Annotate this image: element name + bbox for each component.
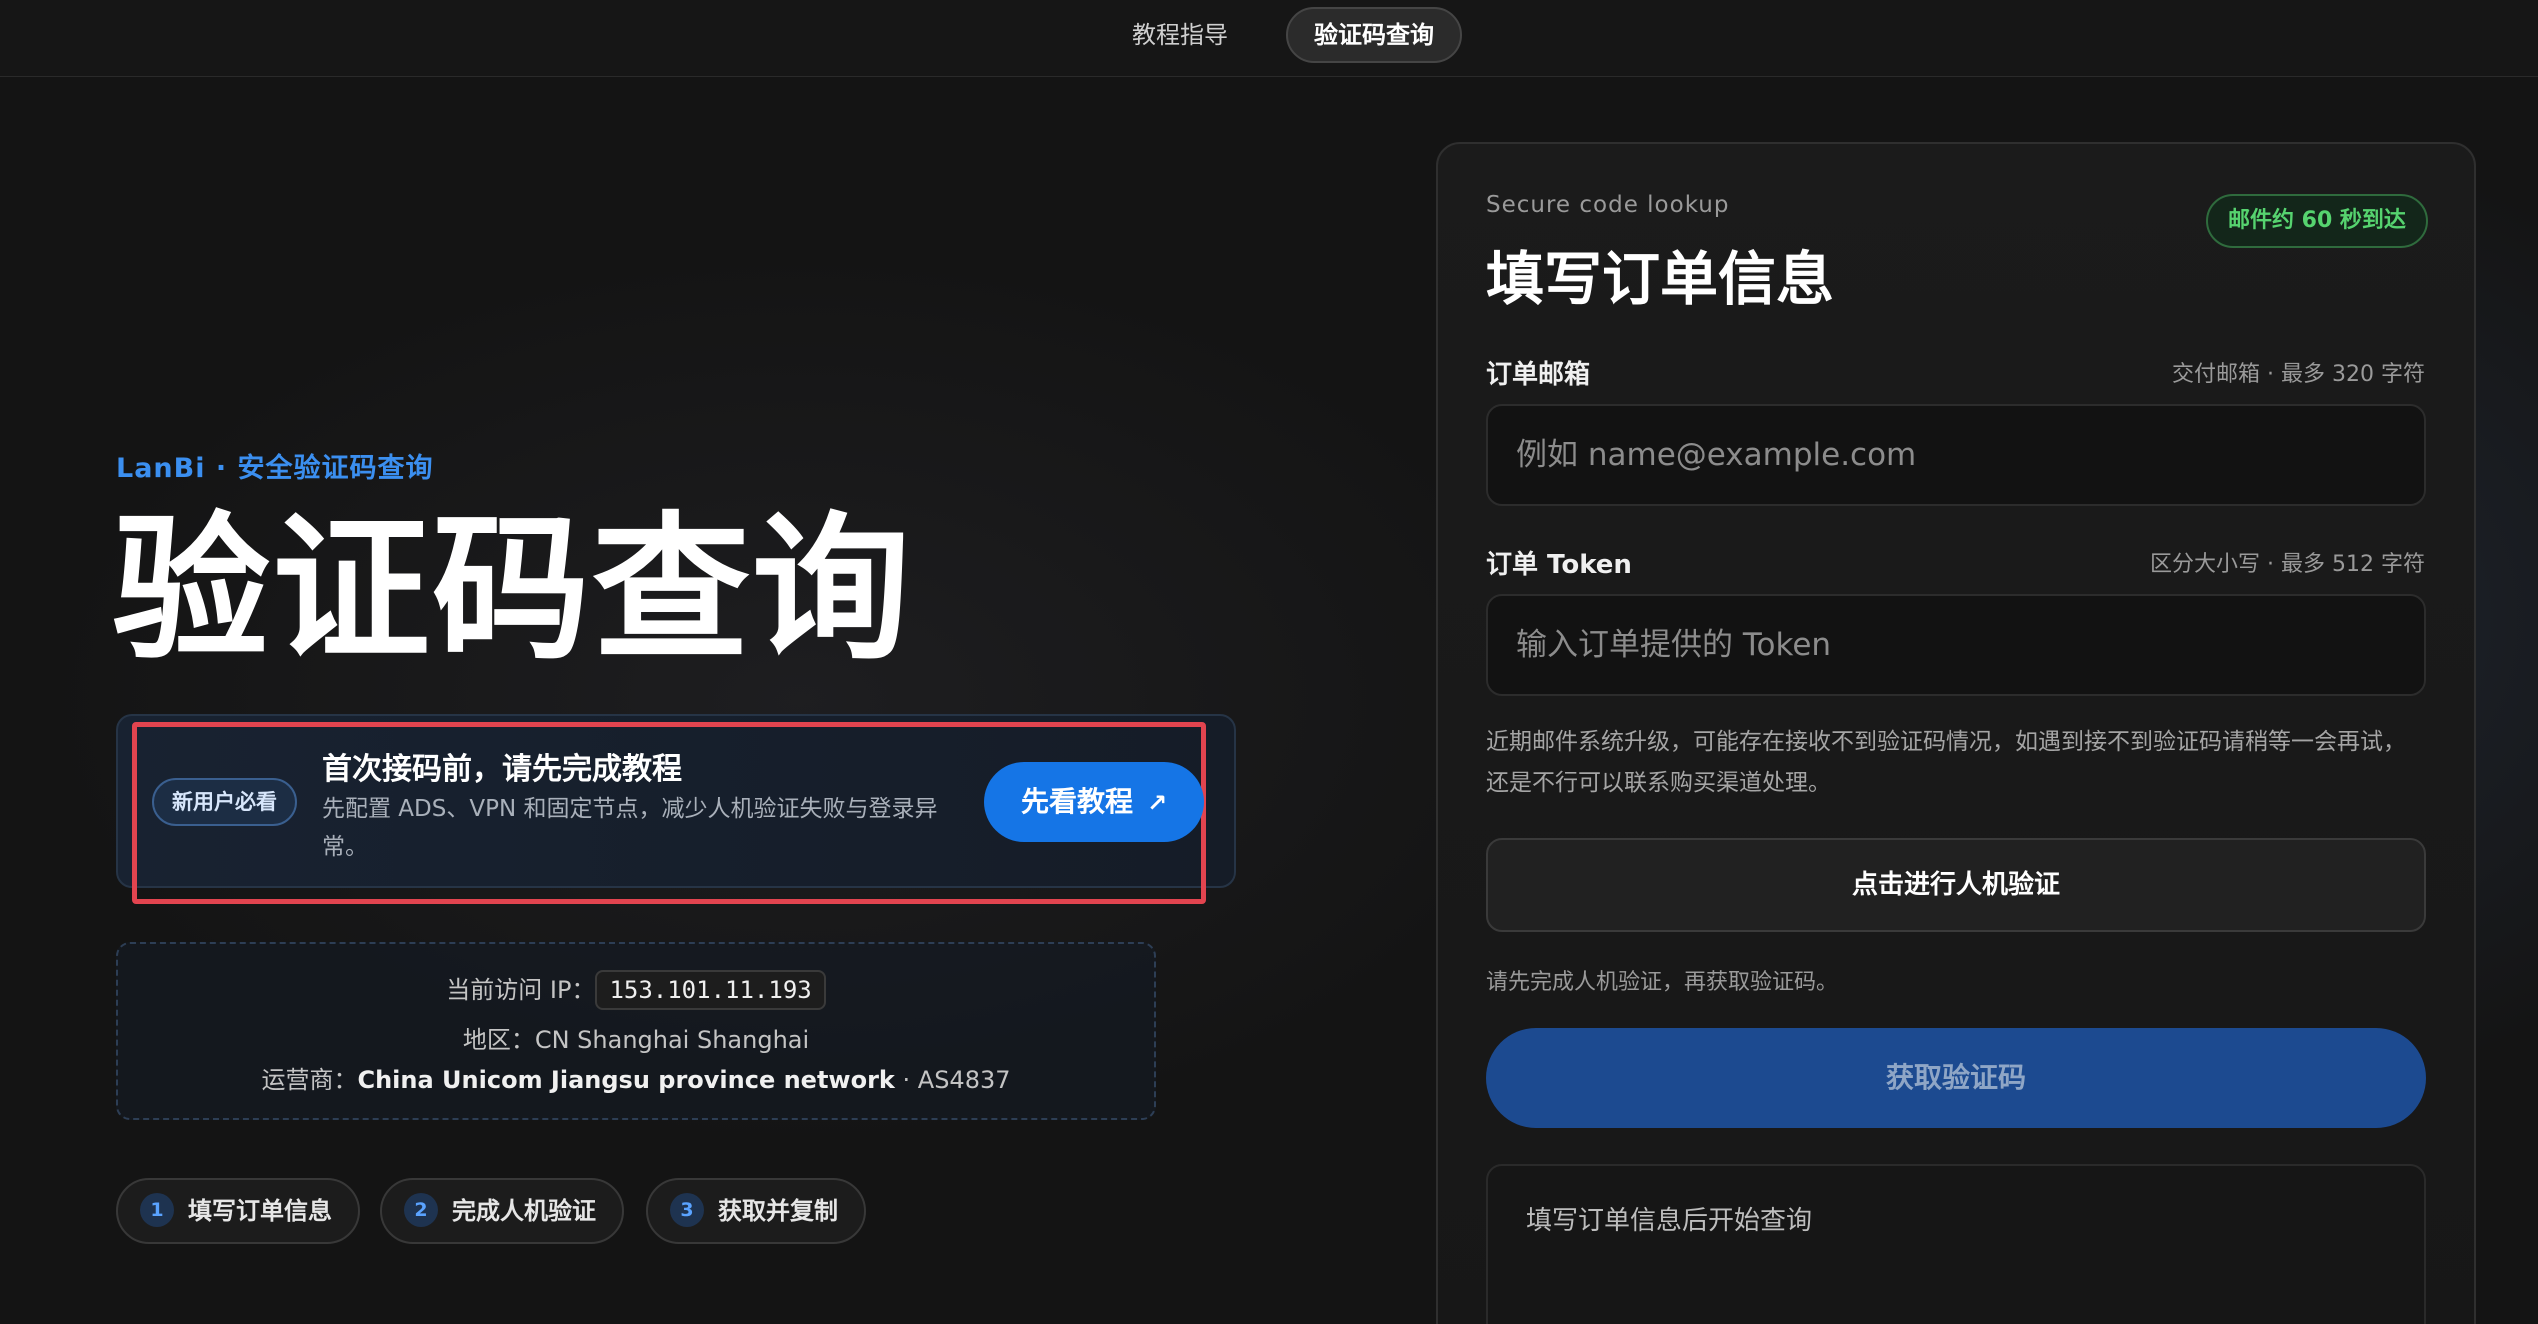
- tutorial-description: 先配置 ADS、VPN 和固定节点，减少人机验证失败与登录异常。: [322, 796, 938, 860]
- region-line: 地区：CN Shanghai Shanghai: [462, 1026, 810, 1054]
- view-tutorial-button[interactable]: 先看教程 ↗: [984, 762, 1204, 842]
- ip-line: 当前访问 IP： 153.101.11.193: [118, 970, 1154, 1010]
- new-user-badge: 新用户必看: [152, 778, 297, 826]
- tutorial-title: 首次接码前，请先完成教程: [322, 752, 682, 787]
- token-label: 订单 Token: [1486, 550, 1632, 580]
- human-verify-button[interactable]: 点击进行人机验证: [1486, 838, 2426, 932]
- system-notice: 近期邮件系统升级，可能存在接收不到验证码情况，如遇到接不到验证码请稍等一会再试，…: [1486, 729, 2406, 796]
- panel-eyebrow: Secure code lookup: [1486, 192, 1730, 218]
- brand-label: LanBi · 安全验证码查询: [116, 453, 434, 484]
- result-placeholder: 填写订单信息后开始查询: [1526, 1206, 1813, 1236]
- ip-info-box: 当前访问 IP： 153.101.11.193 地区：CN Shanghai Sh…: [116, 942, 1156, 1120]
- step-label: 填写订单信息: [188, 1197, 332, 1225]
- tab-tutorial-guide[interactable]: 教程指导: [1106, 7, 1254, 63]
- email-label: 订单邮箱: [1486, 360, 1591, 390]
- step-number: 2: [404, 1193, 438, 1227]
- email-hint: 交付邮箱 · 最多 320 字符: [2172, 362, 2425, 387]
- step-1: 1 填写订单信息: [116, 1178, 360, 1244]
- top-nav: 教程指导 验证码查询: [0, 0, 2538, 77]
- step-label: 获取并复制: [718, 1197, 838, 1225]
- step-3: 3 获取并复制: [646, 1178, 866, 1244]
- view-tutorial-label: 先看教程: [1020, 785, 1133, 818]
- panel-title: 填写订单信息: [1486, 245, 1835, 313]
- token-hint: 区分大小写 · 最多 512 字符: [2150, 552, 2425, 577]
- get-code-button[interactable]: 获取验证码: [1486, 1028, 2426, 1128]
- ip-value: 153.101.11.193: [595, 970, 826, 1010]
- step-number: 3: [670, 1193, 704, 1227]
- email-field-wrapper: [1486, 404, 2426, 506]
- token-field[interactable]: [1488, 596, 2424, 694]
- token-field-wrapper: [1486, 594, 2426, 696]
- isp-value: China Unicom Jiangsu province network: [357, 1066, 895, 1094]
- arrow-up-right-icon: ↗: [1146, 789, 1168, 817]
- result-box: 填写订单信息后开始查询: [1486, 1164, 2426, 1324]
- verify-note: 请先完成人机验证，再获取验证码。: [1486, 970, 1839, 995]
- isp-label: 运营商：: [261, 1066, 358, 1094]
- isp-line: 运营商：China Unicom Jiangsu province networ…: [118, 1060, 1154, 1095]
- step-label: 完成人机验证: [452, 1197, 596, 1225]
- ip-label: 当前访问 IP：: [446, 976, 596, 1004]
- tab-code-lookup[interactable]: 验证码查询: [1286, 7, 1462, 63]
- asn-value: · AS4837: [894, 1066, 1011, 1094]
- step-2: 2 完成人机验证: [380, 1178, 624, 1244]
- email-field[interactable]: [1488, 406, 2424, 504]
- page-title: 验证码查询: [112, 498, 912, 682]
- step-number: 1: [140, 1193, 174, 1227]
- delivery-time-badge: 邮件约 60 秒到达: [2206, 194, 2428, 248]
